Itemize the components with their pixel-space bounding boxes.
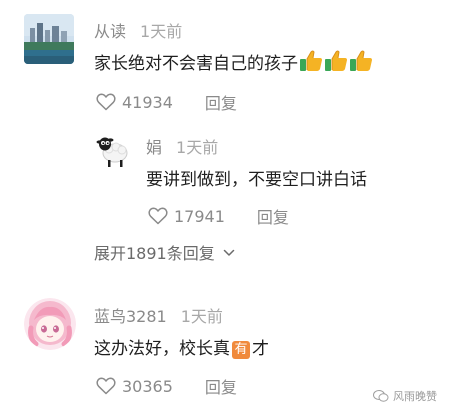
thumbs-up-icon	[349, 50, 373, 79]
expand-replies-button[interactable]: 展开1891条回复	[94, 240, 235, 264]
avatar[interactable]	[24, 14, 74, 64]
like-count: 41934	[122, 92, 173, 112]
username-text[interactable]: 娟	[146, 138, 162, 157]
comment-text: 这办法好，校长真有才	[94, 337, 269, 361]
comment-actions: 30365 回复	[96, 374, 237, 398]
comment-text-content: 才	[252, 339, 269, 359]
avatar[interactable]	[24, 298, 76, 350]
username-text[interactable]: 从读	[94, 22, 126, 41]
comment-text: 家长绝对不会害自己的孩子	[94, 50, 373, 79]
like-button[interactable]: 17941	[148, 207, 225, 226]
reply-button[interactable]: 回复	[205, 90, 237, 114]
sheep-avatar-image	[96, 132, 130, 168]
heart-icon	[96, 93, 116, 111]
comment-actions: 41934 回复	[96, 90, 237, 114]
comment-text: 要讲到做到，不要空口讲白话	[146, 170, 367, 190]
like-count: 30365	[122, 376, 173, 396]
thumbs-up-icon	[324, 50, 348, 79]
watermark-text: 风雨晚赞	[393, 390, 437, 403]
username[interactable]: 娟 1天前	[146, 134, 218, 158]
wechat-icon	[373, 390, 389, 402]
timestamp: 1天前	[176, 138, 219, 157]
watermark: 风雨晚赞	[373, 388, 437, 404]
timestamp: 1天前	[140, 22, 183, 41]
like-button[interactable]: 41934	[96, 93, 173, 112]
chevron-down-icon	[223, 249, 235, 256]
username[interactable]: 蓝鸟3281 1天前	[94, 303, 223, 327]
like-count: 17941	[174, 206, 225, 226]
timestamp: 1天前	[180, 307, 223, 326]
anime-girl-avatar-image	[24, 298, 76, 350]
reply-button[interactable]: 回复	[205, 374, 237, 398]
thumbs-up-icon	[299, 50, 323, 79]
heart-icon	[96, 377, 116, 395]
expand-replies-label[interactable]: 展开1891条回复	[94, 244, 215, 263]
username[interactable]: 从读 1天前	[94, 18, 182, 42]
like-button[interactable]: 30365	[96, 377, 173, 396]
reply-button[interactable]: 回复	[257, 204, 289, 228]
avatar[interactable]	[96, 132, 130, 168]
comment-text-content: 这办法好，校长真	[94, 339, 230, 359]
comment-actions: 17941 回复	[148, 204, 289, 228]
emoji-badge: 有	[232, 341, 250, 359]
city-avatar-image	[24, 14, 74, 64]
heart-icon	[148, 207, 168, 225]
comment-text-content: 家长绝对不会害自己的孩子	[94, 54, 298, 74]
username-text[interactable]: 蓝鸟3281	[94, 307, 167, 326]
